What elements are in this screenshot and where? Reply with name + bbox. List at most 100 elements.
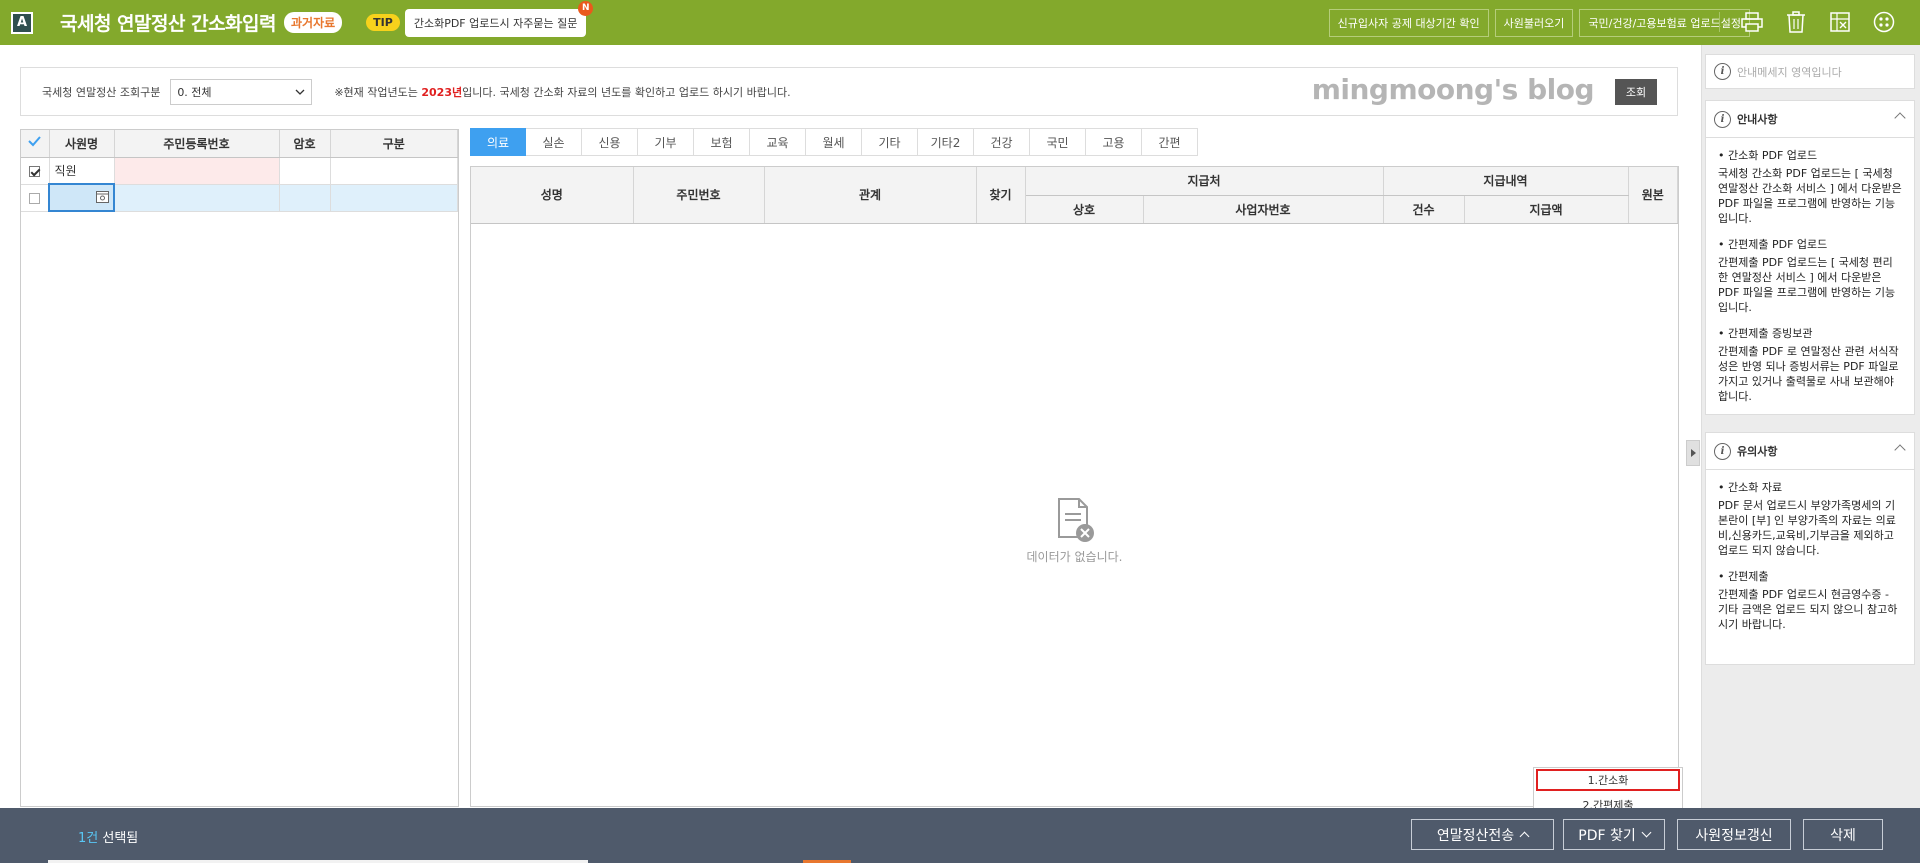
checkbox-checked[interactable] — [29, 165, 41, 177]
menu-item-simplified[interactable]: 1.간소화 — [1536, 769, 1680, 791]
past-data-badge[interactable]: 과거자료 — [284, 12, 343, 33]
tab-national[interactable]: 국민 — [1030, 128, 1086, 156]
tab-indemnity[interactable]: 실손 — [526, 128, 582, 156]
search-button[interactable]: 조회 — [1615, 79, 1657, 105]
type-cell[interactable] — [330, 184, 458, 212]
tab-simple[interactable]: 간편 — [1142, 128, 1198, 156]
row-checkbox[interactable] — [21, 157, 50, 185]
settings-icon[interactable] — [1872, 10, 1896, 34]
employee-list-panel: 사원명 주민등록번호 암호 구분 직원 — [20, 129, 459, 807]
checkbox-unchecked[interactable] — [29, 192, 40, 204]
tab-other2[interactable]: 기타2 — [918, 128, 974, 156]
select-all-checkbox[interactable] — [21, 130, 50, 158]
notice-item: • 간소화 PDF 업로드 국세청 간소화 PDF 업로드는 [ 국세청 연말정… — [1718, 149, 1902, 225]
caution-item: • 간소화 자료 PDF 문서 업로드시 부양가족명세의 기본란이 [부] 인 … — [1718, 481, 1896, 557]
password-cell[interactable] — [279, 184, 331, 212]
guide-placeholder: 안내메세지 영역입니다 — [1737, 65, 1842, 79]
column-header: 지급액 — [1464, 195, 1629, 224]
chevron-up-icon — [1519, 831, 1530, 842]
excel-icon[interactable] — [1828, 10, 1852, 34]
info-icon: i — [1714, 63, 1731, 80]
caution-item: • 간편제출 간편제출 PDF 업로드시 현금영수증 - 기타 금액은 업로드 … — [1718, 570, 1898, 631]
column-header: 사업자번호 — [1143, 195, 1384, 224]
tab-donation[interactable]: 기부 — [638, 128, 694, 156]
info-icon: i — [1714, 442, 1731, 460]
chevron-up-icon[interactable] — [1894, 444, 1906, 456]
notice-box: i 안내사항 • 간소화 PDF 업로드 국세청 간소화 PDF 업로드는 [ … — [1705, 100, 1915, 415]
bottom-action-bar: 1건 선택됨 연말정산전송 PDF 찾기 사원정보갱신 삭제 — [0, 808, 1920, 863]
tip-faq-link[interactable]: 간소화PDF 업로드시 자주묻는 질문 N — [404, 0, 594, 37]
column-header: 주민번호 — [633, 167, 765, 224]
column-header: 주민등록번호 — [114, 130, 280, 158]
resident-id-cell[interactable] — [114, 157, 280, 185]
tab-other[interactable]: 기타 — [862, 128, 918, 156]
no-data-icon — [1057, 498, 1094, 542]
tab-credit[interactable]: 신용 — [582, 128, 638, 156]
tip-badge: TIP — [366, 14, 400, 31]
column-header: 상호 — [1025, 195, 1144, 224]
search-type-select[interactable]: 0. 전체 — [170, 78, 313, 105]
search-type-value: 0. 전체 — [177, 85, 212, 99]
column-header: 지급내역 — [1383, 167, 1629, 196]
notice-item: • 간편제출 증빙보관 간편제출 PDF 로 연말정산 관련 서식작성은 반영 … — [1718, 327, 1899, 403]
table-header-row: 성명 주민번호 관계 찾기 지급처 지급내역 원본 — [471, 167, 1678, 224]
resident-id-cell[interactable] — [114, 184, 280, 212]
chevron-down-icon — [1641, 827, 1652, 838]
blog-watermark: mingmoong's blog — [1311, 73, 1595, 106]
trash-icon[interactable] — [1784, 10, 1808, 34]
top-header: A 국세청 연말정산 간소화입력 과거자료 TIP 간소화PDF 업로드시 자주… — [0, 0, 1920, 45]
table-row[interactable] — [21, 183, 458, 212]
column-header: 성명 — [471, 167, 634, 224]
tip-text: 간소화PDF 업로드시 자주묻는 질문 — [413, 16, 578, 30]
chevron-up-icon[interactable] — [1894, 112, 1906, 124]
notice-header[interactable]: i 안내사항 — [1706, 101, 1914, 138]
medical-table: 성명 주민번호 관계 찾기 지급처 지급내역 원본 상호 사업자번호 건수 지급… — [471, 167, 1678, 224]
selection-count: 1건 선택됨 — [78, 831, 139, 846]
tab-health[interactable]: 건강 — [974, 128, 1030, 156]
type-cell[interactable] — [330, 157, 458, 185]
search-bar: 국세청 연말정산 조회구분 0. 전체 ※현재 작업년도는 2023년입니다. … — [20, 67, 1678, 116]
info-icon: i — [1714, 110, 1731, 128]
row-checkbox[interactable] — [21, 184, 50, 212]
caution-header[interactable]: i 유의사항 — [1706, 433, 1914, 470]
pdf-find-button[interactable]: PDF 찾기 — [1563, 819, 1665, 850]
column-header: 사원명 — [49, 130, 115, 158]
tab-insurance[interactable]: 보험 — [694, 128, 750, 156]
tab-employment[interactable]: 고용 — [1086, 128, 1142, 156]
employee-name-cell[interactable]: 직원 — [49, 157, 115, 185]
work-year: 2023년 — [421, 85, 463, 99]
category-tabs: 의료 실손 신용 기부 보험 교육 월세 기타 기타2 건강 국민 고용 간편 — [470, 128, 1198, 156]
tab-education[interactable]: 교육 — [750, 128, 806, 156]
print-icon[interactable] — [1740, 10, 1764, 34]
load-employees-button[interactable]: 사원불러오기 — [1494, 9, 1574, 37]
tab-medical[interactable]: 의료 — [470, 128, 526, 156]
caution-body: • 간소화 자료 PDF 문서 업로드시 부양가족명세의 기본란이 [부] 인 … — [1706, 470, 1914, 655]
employee-table: 사원명 주민등록번호 암호 구분 직원 — [21, 130, 458, 212]
year-notice: ※현재 작업년도는 2023년입니다. 국세청 간소화 자료의 년도를 확인하고… — [334, 85, 791, 99]
table-row[interactable]: 직원 — [21, 157, 458, 185]
new-badge: N — [578, 0, 594, 16]
employee-name-input[interactable] — [48, 183, 115, 212]
check-icon — [28, 136, 42, 147]
caution-title: 유의사항 — [1737, 445, 1778, 458]
header-icon-group — [1719, 10, 1896, 34]
new-hire-period-button[interactable]: 신규입사자 공제 대상기간 확인 — [1328, 9, 1489, 37]
lookup-icon[interactable] — [96, 191, 109, 203]
column-header: 건수 — [1383, 195, 1465, 224]
password-cell[interactable] — [279, 157, 331, 185]
delete-button[interactable]: 삭제 — [1803, 819, 1883, 850]
column-header: 구분 — [330, 130, 458, 158]
divider — [1719, 12, 1720, 32]
column-header: 찾기 — [976, 167, 1026, 224]
header-button-group: 신규입사자 공제 대상기간 확인 사원불러오기 국민/건강/고용보험료 업로드설… — [1328, 9, 1750, 37]
collapse-panel-handle[interactable] — [1686, 440, 1700, 466]
medical-data-panel: 성명 주민번호 관계 찾기 지급처 지급내역 원본 상호 사업자번호 건수 지급… — [470, 166, 1679, 807]
empty-state: 데이터가 없습니다. — [471, 497, 1678, 565]
search-type-label: 국세청 연말정산 조회구분 — [42, 85, 161, 99]
caution-box: i 유의사항 • 간소화 자료 PDF 문서 업로드시 부양가족명세의 기본란이… — [1705, 432, 1915, 665]
year-end-send-button[interactable]: 연말정산전송 — [1411, 819, 1554, 850]
notice-item: • 간편제출 PDF 업로드 간편제출 PDF 업로드는 [ 국세청 편리한 연… — [1718, 238, 1896, 314]
tab-rent[interactable]: 월세 — [806, 128, 862, 156]
update-employee-info-button[interactable]: 사원정보갱신 — [1677, 819, 1791, 850]
guide-message-area: i 안내메세지 영역입니다 — [1705, 54, 1915, 89]
